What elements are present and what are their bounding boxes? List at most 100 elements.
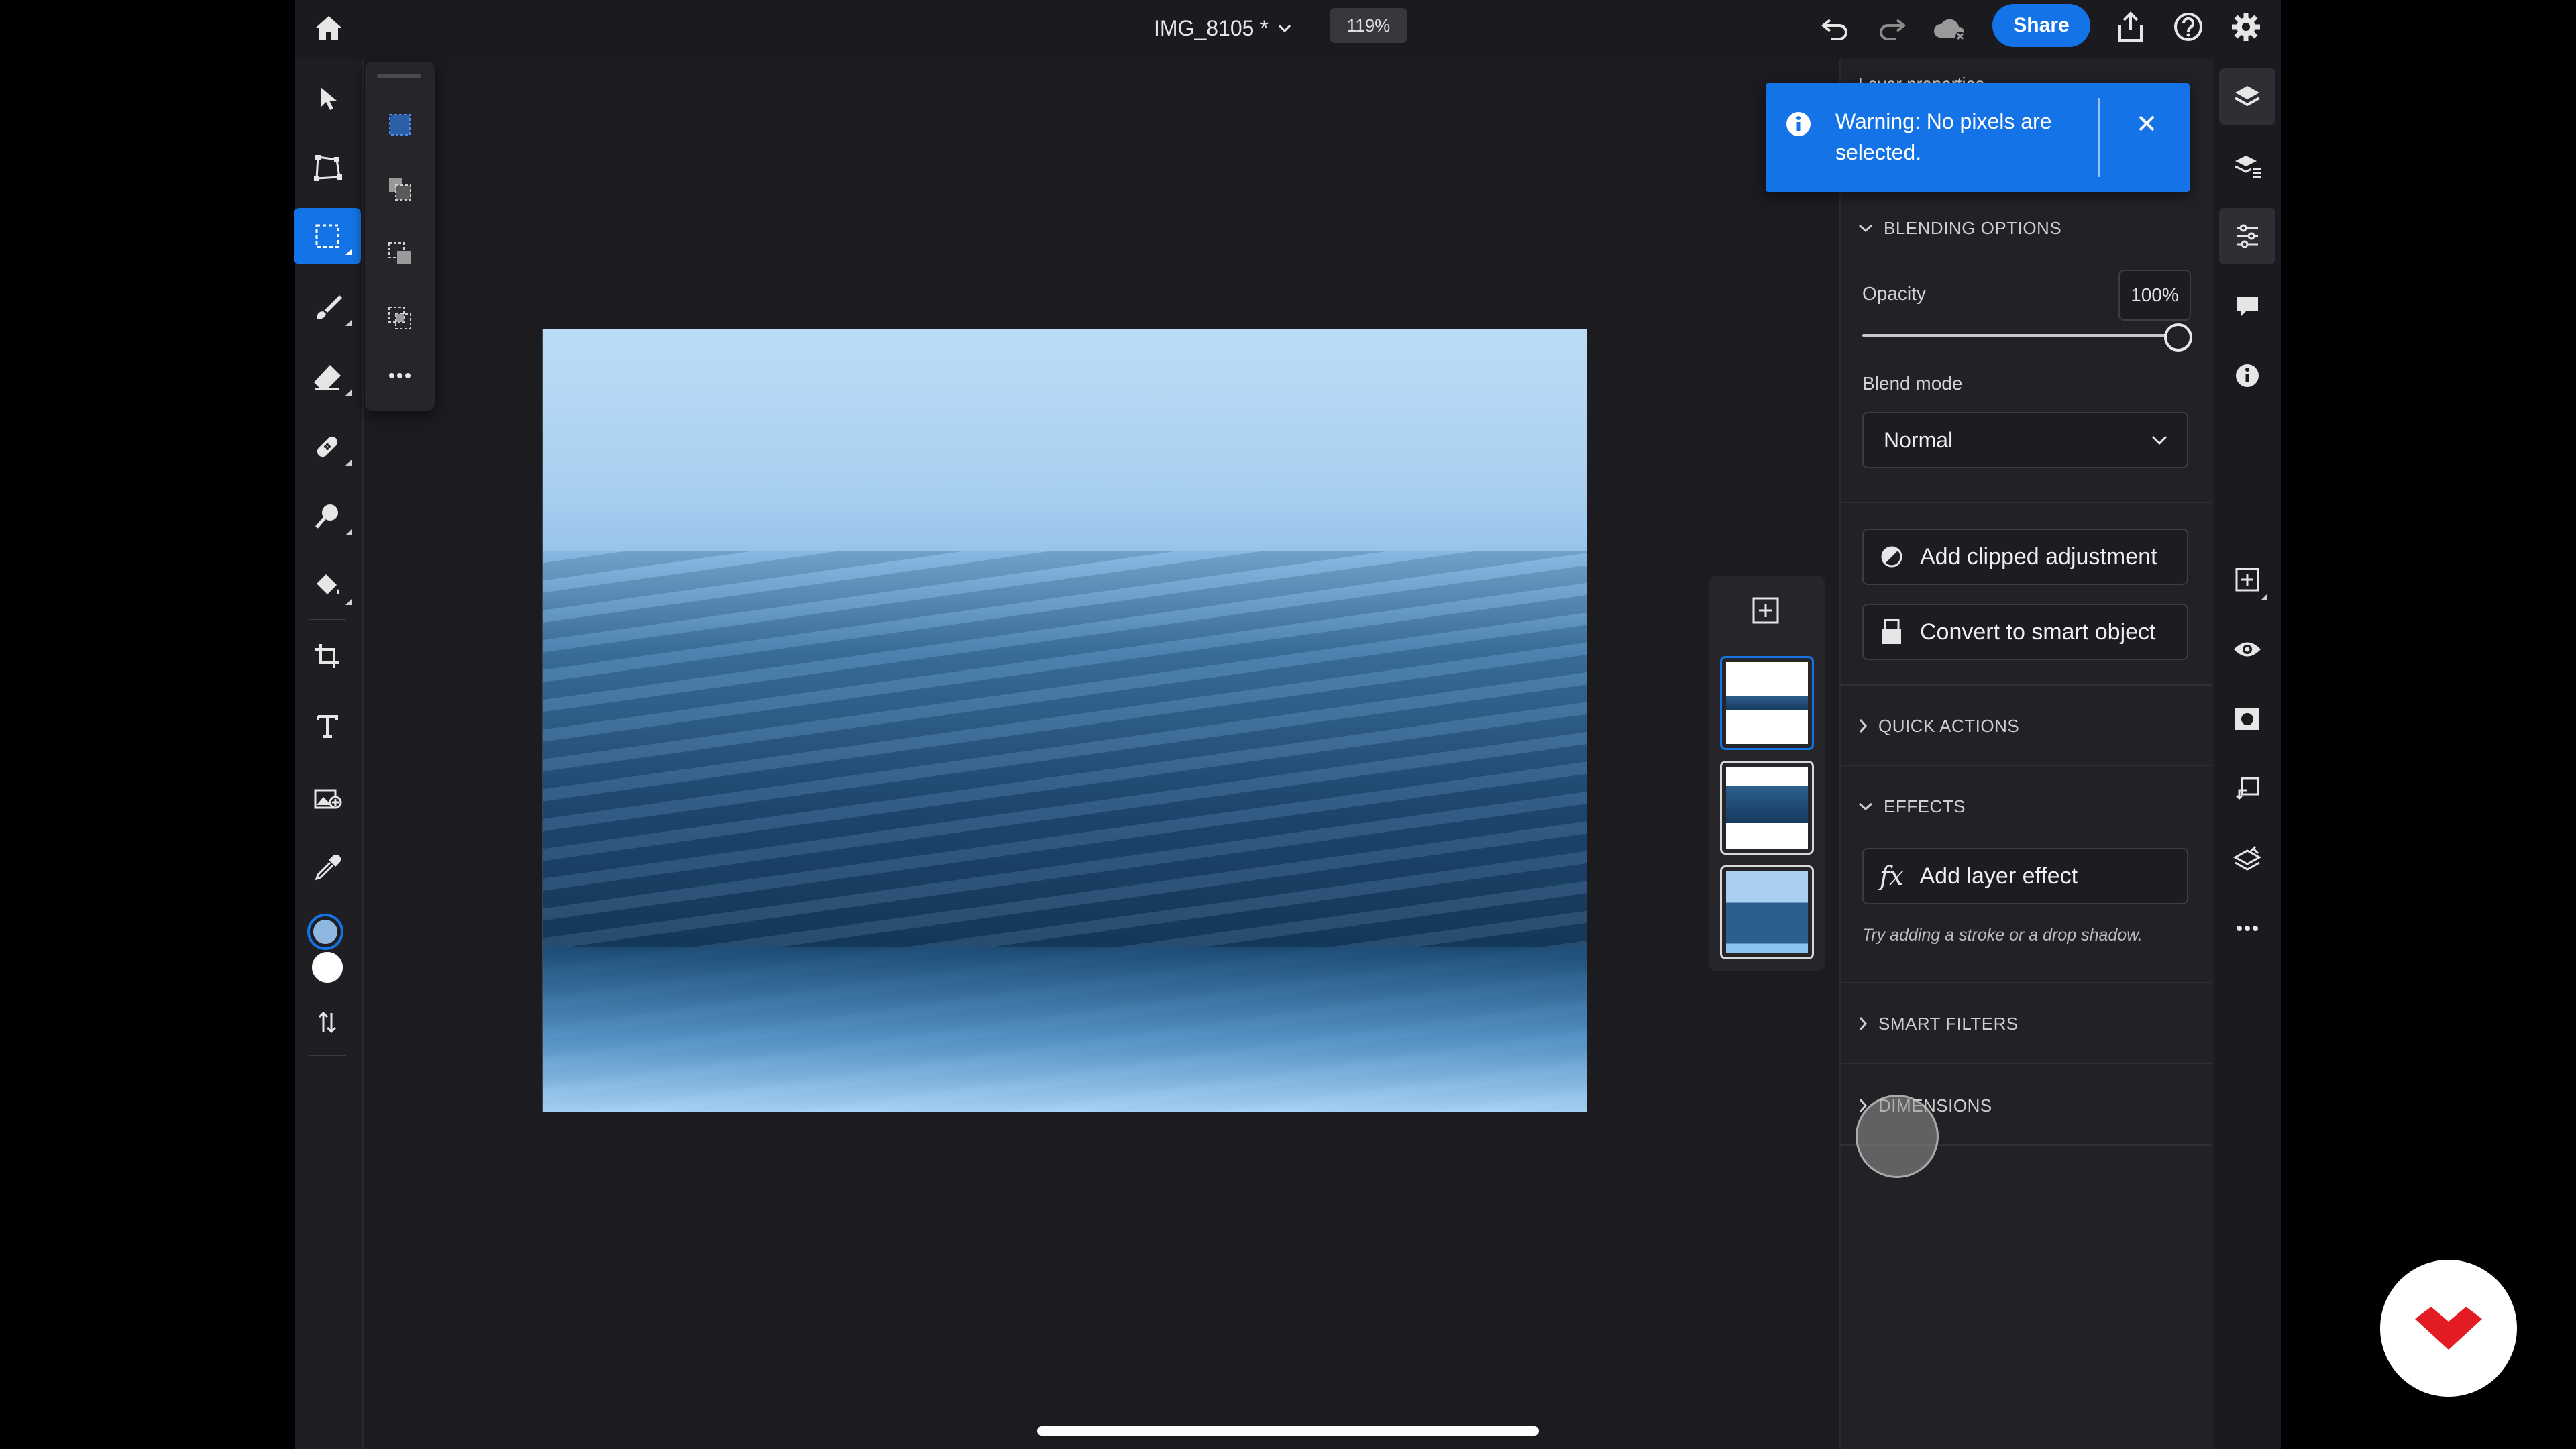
section-divider: [1839, 765, 2212, 766]
blend-mode-select[interactable]: Normal: [1862, 412, 2188, 468]
toast-close-button[interactable]: [2128, 105, 2165, 142]
text-icon: [317, 715, 338, 738]
chevron-down-icon: [1859, 802, 1872, 811]
subtract-selection-icon: [388, 242, 411, 264]
add-to-selection-option[interactable]: [372, 161, 428, 217]
document-title: IMG_8105 *: [1154, 15, 1269, 40]
opacity-slider-handle[interactable]: [2164, 323, 2192, 352]
more-options-button[interactable]: [372, 347, 428, 404]
cloud-sync-button[interactable]: [1928, 9, 1971, 47]
marquee-select-icon: [389, 114, 411, 136]
effects-header[interactable]: EFFECTS: [1858, 793, 1966, 820]
subtract-selection-option[interactable]: [372, 225, 428, 282]
floating-brand-button[interactable]: [2380, 1260, 2517, 1397]
fill-tool[interactable]: [294, 558, 361, 614]
convert-to-smart-object-button[interactable]: Convert to smart object: [1862, 604, 2188, 660]
more-layer-options-button[interactable]: [2219, 900, 2275, 957]
help-button[interactable]: [2169, 8, 2207, 46]
brand-logo-icon: [2415, 1307, 2482, 1350]
brush-icon: [317, 295, 342, 319]
settings-button[interactable]: [2227, 8, 2265, 46]
layers-panel-button[interactable]: [2219, 68, 2275, 125]
layer-thumbnail[interactable]: [1720, 656, 1814, 750]
opacity-input[interactable]: 100%: [2118, 270, 2191, 321]
add-layer-rail-button[interactable]: [2219, 551, 2275, 608]
selection-tool[interactable]: [294, 208, 361, 264]
background-color-swatch[interactable]: [310, 950, 345, 985]
intersect-selection-icon: [388, 307, 411, 329]
foreground-color-swatch[interactable]: [307, 914, 343, 950]
section-divider: [1839, 1063, 2212, 1064]
crop-icon: [315, 644, 339, 668]
button-label: Add clipped adjustment: [1920, 543, 2157, 570]
smart-filters-header[interactable]: SMART FILTERS: [1858, 1010, 2019, 1037]
document-info-button[interactable]: [2219, 347, 2275, 404]
swap-colors-button[interactable]: [294, 994, 361, 1051]
home-indicator-bar[interactable]: [1037, 1426, 1539, 1436]
close-icon: [2139, 115, 2155, 131]
comments-button[interactable]: [2219, 278, 2275, 334]
opacity-slider-track[interactable]: [1862, 334, 2171, 337]
cloud-icon: [1933, 19, 1965, 41]
properties-panel-button[interactable]: [2219, 208, 2275, 264]
section-title: QUICK ACTIONS: [1878, 715, 2020, 736]
layer-visibility-button[interactable]: [2219, 621, 2275, 678]
place-image-icon: [314, 789, 342, 809]
quick-actions-header[interactable]: QUICK ACTIONS: [1858, 712, 2019, 739]
layer-mask-button[interactable]: [2219, 691, 2275, 747]
rectangle-marquee-option[interactable]: [372, 97, 428, 153]
merge-layers-button[interactable]: [2219, 830, 2275, 887]
undo-icon: [1821, 19, 1847, 40]
chevron-down-icon: [1278, 24, 1291, 33]
flyout-indicator: [345, 390, 352, 396]
chevron-down-icon: [2151, 435, 2167, 445]
flyout-indicator: [345, 599, 352, 605]
eye-icon: [2234, 642, 2261, 657]
button-label: Convert to smart object: [1920, 619, 2156, 645]
type-tool[interactable]: [294, 698, 361, 754]
comment-icon: [2237, 297, 2258, 317]
place-image-tool[interactable]: [294, 769, 361, 825]
section-title: EFFECTS: [1884, 796, 1966, 816]
redo-button[interactable]: [1873, 9, 1911, 47]
flyout-indicator: [345, 529, 352, 535]
document-canvas[interactable]: [542, 329, 1587, 1112]
zoom-level[interactable]: 119%: [1330, 8, 1407, 43]
smart-object-icon: [1882, 619, 1901, 644]
undo-button[interactable]: [1817, 9, 1854, 47]
layer-details-button[interactable]: [2219, 138, 2275, 195]
touch-indicator: [1856, 1095, 1939, 1178]
brush-tool[interactable]: [294, 279, 361, 335]
share-button[interactable]: Share: [1992, 4, 2090, 47]
document-title-menu[interactable]: IMG_8105 *: [1154, 9, 1291, 47]
add-clipped-adjustment-button[interactable]: Add clipped adjustment: [1862, 529, 2188, 585]
home-icon: [315, 16, 342, 40]
eraser-tool[interactable]: [294, 349, 361, 405]
layer-thumbnail-content: [1726, 871, 1808, 953]
home-button[interactable]: [310, 9, 347, 47]
clipping-mask-button[interactable]: [2219, 761, 2275, 817]
intersect-selection-option[interactable]: [372, 290, 428, 346]
transform-tool[interactable]: [294, 140, 361, 196]
toolbar-divider: [309, 1055, 346, 1056]
eyedropper-tool[interactable]: [294, 840, 361, 896]
layer-thumbnail[interactable]: [1720, 761, 1814, 855]
add-selection-icon: [389, 178, 411, 201]
clone-tool[interactable]: [294, 488, 361, 545]
blending-options-header[interactable]: BLENDING OPTIONS: [1858, 215, 2061, 241]
flyout-indicator: [345, 460, 352, 466]
export-button[interactable]: [2112, 8, 2149, 46]
add-layer-button[interactable]: [1744, 589, 1787, 632]
healing-tool[interactable]: [294, 419, 361, 475]
bandage-icon: [317, 436, 338, 458]
add-layer-effect-button[interactable]: fx Add layer effect: [1862, 848, 2188, 904]
layer-thumbnail[interactable]: [1720, 865, 1814, 959]
crop-tool[interactable]: [294, 628, 361, 684]
section-title: BLENDING OPTIONS: [1884, 217, 2062, 238]
flyout-drag-handle[interactable]: [377, 74, 421, 78]
adjustment-icon: [1881, 546, 1902, 568]
paint-bucket-icon: [317, 574, 339, 594]
layer-thumbnail-water: [1726, 786, 1808, 823]
move-tool[interactable]: [294, 70, 361, 126]
redo-icon: [1880, 19, 1907, 40]
